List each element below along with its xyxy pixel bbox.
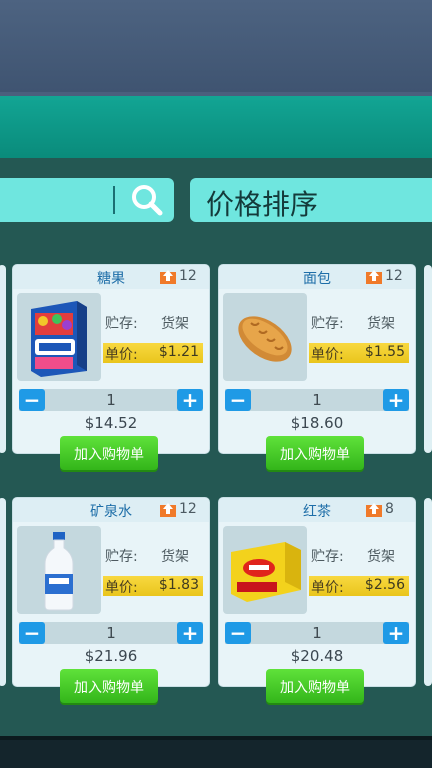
total-price: $14.52 (84, 414, 138, 432)
add-to-cart-label: 加入购物单 (74, 680, 144, 696)
add-to-cart-button[interactable]: 加入购物单 (60, 436, 158, 470)
add-to-cart-label: 加入购物单 (280, 447, 350, 463)
unit-price-value: $1.21 (158, 344, 199, 360)
quantity-value: 1 (312, 624, 322, 642)
quantity-value: 1 (106, 624, 116, 642)
stock-count: 12 (179, 268, 197, 284)
bottom-bar (0, 736, 432, 768)
quantity-value: 1 (312, 391, 322, 409)
tea-box-icon (231, 542, 301, 602)
water-bottle-icon (44, 532, 74, 611)
total-price: $21.96 (84, 647, 138, 665)
inventory-label: 贮存: (105, 316, 138, 332)
total-price: $20.48 (290, 647, 344, 665)
increase-button[interactable]: + (383, 389, 409, 411)
stock-box-icon (160, 503, 176, 517)
stock-count: 12 (385, 268, 403, 284)
sort-by-price-button[interactable]: 价格排序 (190, 178, 432, 222)
header-bar (0, 96, 432, 158)
edge-card-right-2 (424, 498, 432, 686)
unit-price-label: 单价: (105, 347, 138, 363)
search-icon (132, 185, 163, 216)
edge-card-left-1 (0, 265, 6, 453)
quantity-value: 1 (106, 391, 116, 409)
stock-box-icon (366, 503, 382, 517)
product-card-water: 矿泉水 12 贮存: 货架 单价: $1.83 − 1 + $21.96 加入购… (13, 498, 209, 703)
stock-count: 8 (385, 501, 394, 517)
unit-price-label: 单价: (311, 580, 344, 596)
inventory-label: 贮存: (105, 549, 138, 565)
search-bar[interactable] (0, 178, 174, 222)
total-price: $18.60 (290, 414, 344, 432)
product-image-tea (223, 526, 307, 614)
product-image-candy (17, 293, 101, 381)
price-bar: 单价: $2.56 (309, 576, 409, 596)
add-to-cart-label: 加入购物单 (74, 447, 144, 463)
product-card-bread: 面包 12 贮存: 货架 单价: $1.55 − 1 + $18.60 加入购物… (219, 265, 415, 470)
add-to-cart-label: 加入购物单 (280, 680, 350, 696)
price-bar: 单价: $1.83 (103, 576, 203, 596)
top-background (0, 0, 432, 92)
bread-loaf-icon (238, 316, 292, 362)
sort-label: 价格排序 (206, 188, 319, 221)
stock-count: 12 (179, 501, 197, 517)
unit-price-label: 单价: (105, 580, 138, 596)
quantity-stepper: − 1 + (19, 389, 203, 411)
add-to-cart-button[interactable]: 加入购物单 (266, 669, 364, 703)
unit-price-label: 单价: (311, 347, 344, 363)
quantity-stepper: − 1 + (19, 622, 203, 644)
product-image-bread (223, 293, 307, 381)
edge-card-left-2 (0, 498, 6, 686)
inventory-label: 贮存: (311, 549, 344, 565)
quantity-stepper: − 1 + (225, 622, 409, 644)
inventory-value: 货架 (161, 549, 189, 565)
stock-box-icon (160, 270, 176, 284)
product-card-candy: 糖果 12 贮存: 货架 单价: $1.21 − 1 + $14.52 加入购物… (13, 265, 209, 470)
search-divider (113, 186, 115, 214)
stock-box-icon (366, 270, 382, 284)
increase-button[interactable]: + (177, 389, 203, 411)
unit-price-value: $1.55 (364, 344, 405, 360)
edge-card-right-1 (424, 265, 432, 453)
inventory-value: 货架 (161, 316, 189, 332)
product-image-water (17, 526, 101, 614)
unit-price-value: $2.56 (364, 577, 405, 593)
candy-box-icon (31, 301, 87, 377)
quantity-stepper: − 1 + (225, 389, 409, 411)
inventory-value: 货架 (367, 549, 395, 565)
search-button[interactable] (120, 180, 172, 220)
price-bar: 单价: $1.21 (103, 343, 203, 363)
add-to-cart-button[interactable]: 加入购物单 (60, 669, 158, 703)
unit-price-value: $1.83 (158, 577, 199, 593)
inventory-value: 货架 (367, 316, 395, 332)
increase-button[interactable]: + (383, 622, 409, 644)
inventory-label: 贮存: (311, 316, 344, 332)
increase-button[interactable]: + (177, 622, 203, 644)
price-bar: 单价: $1.55 (309, 343, 409, 363)
product-card-tea: 红茶 8 贮存: 货架 单价: $2.56 − 1 + $20.48 加入购物单 (219, 498, 415, 703)
add-to-cart-button[interactable]: 加入购物单 (266, 436, 364, 470)
